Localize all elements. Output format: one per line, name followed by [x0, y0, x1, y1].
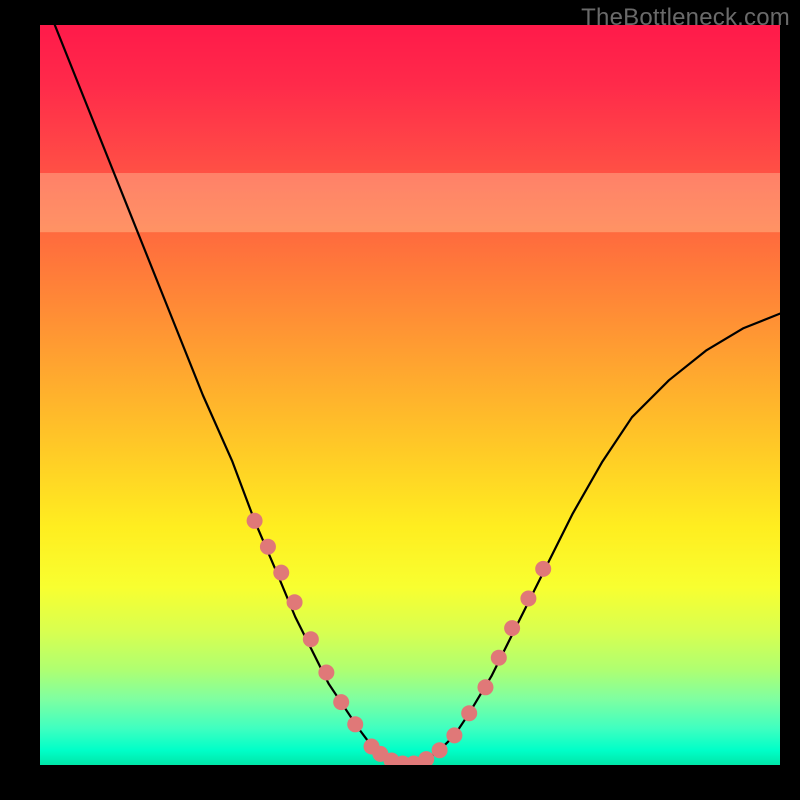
curve-dot: [491, 650, 507, 666]
curve-dot: [535, 561, 551, 577]
curve-dot: [318, 665, 334, 681]
curve-dot: [418, 751, 434, 765]
curve-dot: [247, 513, 263, 529]
curve-dot: [432, 742, 448, 758]
curve-dot: [504, 620, 520, 636]
curve-dot: [273, 565, 289, 581]
plot-area: [40, 25, 780, 765]
curve-dot: [461, 705, 477, 721]
curve-dot: [446, 727, 462, 743]
watermark-text: TheBottleneck.com: [581, 4, 790, 32]
curve-dot: [347, 716, 363, 732]
curve-dot: [287, 594, 303, 610]
chart-root: TheBottleneck.com: [0, 0, 800, 800]
highlight-band: [40, 173, 780, 232]
curve-markers: [247, 513, 552, 765]
curve-dot: [477, 679, 493, 695]
curve-dot: [333, 694, 349, 710]
curve-dot: [520, 591, 536, 607]
curve-dot: [303, 631, 319, 647]
bottleneck-curve: [55, 25, 780, 764]
curve-layer: [40, 25, 780, 765]
curve-dot: [260, 539, 276, 555]
